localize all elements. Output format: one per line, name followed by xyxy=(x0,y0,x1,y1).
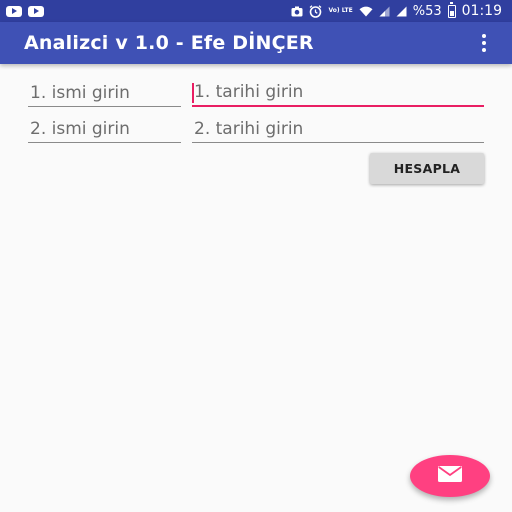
status-bar-left xyxy=(6,5,44,17)
status-bar: Vo) LTE %53 01:19 xyxy=(0,0,512,22)
date1-field[interactable] xyxy=(192,77,484,107)
clock: 01:19 xyxy=(461,3,502,19)
email-fab-button[interactable] xyxy=(410,455,490,497)
battery-icon xyxy=(447,2,456,18)
name1-input[interactable] xyxy=(28,77,181,106)
app-bar: Analizci v 1.0 - Efe DİNÇER xyxy=(0,22,512,64)
youtube-icon xyxy=(6,5,22,17)
volte-indicator: Vo) LTE xyxy=(328,7,353,14)
battery-percent: %53 xyxy=(412,3,442,19)
status-bar-right: Vo) LTE %53 01:19 xyxy=(291,2,502,19)
more-vert-icon[interactable] xyxy=(474,29,494,57)
youtube-icon xyxy=(28,5,44,17)
name2-input[interactable] xyxy=(28,113,181,142)
app-title: Analizci v 1.0 - Efe DİNÇER xyxy=(24,32,314,54)
calculate-button[interactable]: HESAPLA xyxy=(370,153,484,184)
email-icon xyxy=(438,466,462,486)
signal-icon xyxy=(396,6,407,17)
date2-field[interactable] xyxy=(192,113,484,143)
name2-field[interactable] xyxy=(28,113,181,143)
wifi-icon xyxy=(359,6,373,17)
date1-input[interactable] xyxy=(192,77,484,105)
screenshot-icon xyxy=(291,6,303,17)
signal-icon xyxy=(379,6,390,17)
name1-field[interactable] xyxy=(28,77,181,107)
date2-input[interactable] xyxy=(192,113,484,142)
alarm-icon xyxy=(309,4,322,18)
